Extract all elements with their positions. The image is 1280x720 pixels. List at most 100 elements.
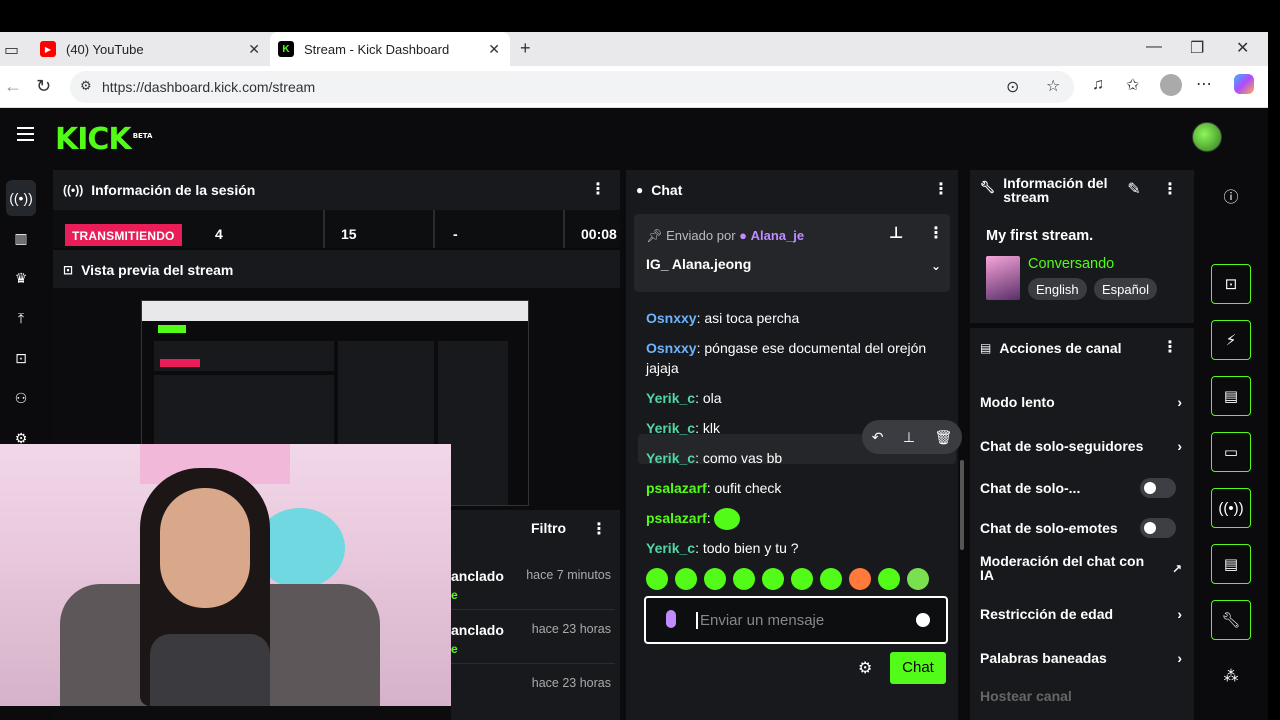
emote-bar [646, 568, 946, 592]
chat-bubble-icon: ● [636, 183, 644, 197]
stream-nav-icon[interactable]: ((•)) [6, 180, 36, 216]
emote-button[interactable] [704, 568, 726, 590]
preview-live-badge [160, 359, 200, 367]
kebab-menu-icon[interactable]: ⋮ [590, 182, 606, 198]
kebab-menu-icon[interactable]: ⋮ [933, 182, 949, 198]
kebab-menu-icon[interactable]: ⋮ [1162, 340, 1178, 356]
emote-button[interactable] [675, 568, 697, 590]
mic-icon: ● [739, 228, 748, 243]
close-tab-icon[interactable]: ✕ [488, 41, 500, 58]
webcam-person-shirt [150, 634, 270, 706]
chat-placeholder: Enviar un mensaje [696, 612, 824, 629]
chat-send-button[interactable]: Chat [890, 652, 946, 684]
minimize-icon[interactable]: — [1146, 38, 1162, 56]
emote-button[interactable] [733, 568, 755, 590]
analytics-nav-icon[interactable]: ▥ [6, 220, 36, 256]
kebab-menu-icon[interactable]: ⋮ [591, 522, 607, 538]
edit-icon[interactable]: ✎ [1126, 182, 1142, 198]
action-host-channel[interactable]: Hostear canal [980, 688, 1186, 704]
restore-icon[interactable]: ❐ [1190, 38, 1204, 58]
session-toggle-icon[interactable]: ((•)) [1211, 488, 1251, 528]
back-icon[interactable]: ← [4, 76, 22, 97]
profile-icon[interactable] [1160, 74, 1182, 96]
emote-button[interactable] [907, 568, 929, 590]
community-nav-icon[interactable]: ⚇ [6, 380, 36, 416]
add-widget-icon[interactable]: ⁂ [1211, 656, 1251, 696]
capture-nav-icon[interactable]: ⊡ [6, 340, 36, 376]
emote-button[interactable] [849, 568, 871, 590]
trophy-nav-icon[interactable]: ♛ [6, 260, 36, 296]
action-ai-moderation[interactable]: Moderación del chat con IA ↗ [980, 554, 1182, 582]
kick-icon: K [278, 41, 294, 57]
mic-icon [666, 610, 676, 628]
message-actions-toolbar: ↶ ⊥ 🗑︎ [862, 420, 962, 454]
stream-info-toggle-icon[interactable]: 🔧︎ [1211, 600, 1251, 640]
close-window-icon[interactable]: ✕ [1236, 38, 1249, 58]
action-followers-only[interactable]: Chat de solo-seguidores › [980, 438, 1186, 454]
chat-scrollbar[interactable] [960, 460, 964, 550]
tag-pill[interactable]: English [1028, 278, 1087, 300]
url-input[interactable]: ⚙ https://dashboard.kick.com/stream ⊙ ☆ [70, 71, 1074, 103]
upload-nav-icon[interactable]: ⤒ [6, 300, 36, 336]
emote-button[interactable] [791, 568, 813, 590]
user-avatar[interactable] [1192, 122, 1222, 152]
emotes-only-toggle[interactable] [1140, 518, 1176, 538]
tab-actions-icon[interactable]: ▭ [4, 40, 19, 60]
pin-icon[interactable]: ⊥ [903, 429, 915, 446]
tab-title: Stream - Kick Dashboard [304, 41, 450, 57]
tab-youtube[interactable]: ▶ (40) YouTube ✕ [32, 32, 270, 66]
close-tab-icon[interactable]: ✕ [248, 41, 260, 58]
action-age-restriction[interactable]: Restricción de edad › [980, 606, 1186, 622]
chat-message: Osnxxy: póngase ese documental del orejó… [646, 340, 927, 376]
chevron-down-icon[interactable]: ⌄ [928, 258, 944, 274]
emoji-picker-icon[interactable] [916, 613, 930, 627]
kick-logo[interactable]: KICK BETA [55, 122, 152, 157]
subs-stat: - [435, 210, 565, 248]
emote-button[interactable] [762, 568, 784, 590]
subs-only-toggle[interactable] [1140, 478, 1176, 498]
action-banned-words[interactable]: Palabras baneadas › [980, 650, 1186, 666]
favorites-icon[interactable]: ✩ [1126, 75, 1139, 95]
tab-kick-dashboard[interactable]: K Stream - Kick Dashboard ✕ [270, 32, 510, 66]
channel-actions-toggle-icon[interactable]: ▤ [1211, 544, 1251, 584]
info-icon[interactable]: ⓘ [1211, 176, 1251, 216]
quick-actions-icon[interactable]: ⚡ [1211, 320, 1251, 360]
reload-icon[interactable]: ↻ [36, 76, 51, 97]
reply-icon[interactable]: ↶ [872, 429, 884, 446]
pinned-message[interactable]: 📌︎ Enviado por ● Alana_je IG_ Alana.jeon… [634, 214, 950, 292]
emote-button[interactable] [646, 568, 668, 590]
read-aloud-icon[interactable]: ♫ [1092, 76, 1104, 94]
site-info-icon[interactable]: ⚙ [80, 78, 92, 94]
delete-icon[interactable]: 🗑︎ [934, 429, 952, 446]
kebab-menu-icon[interactable]: ⋮ [1162, 182, 1178, 198]
followers-stat: 15 [325, 210, 435, 248]
new-tab-icon[interactable]: + [520, 38, 531, 59]
kebab-menu-icon[interactable]: ⋮ [928, 226, 944, 242]
panel-header: ▤ Acciones de canal [970, 328, 1194, 368]
more-icon[interactable]: ⋯ [1196, 74, 1212, 94]
chat-toggle-icon[interactable]: ▭ [1211, 432, 1251, 472]
preview-icon: ⊡ [63, 263, 74, 277]
chat-settings-icon[interactable]: ⚙ [858, 658, 872, 678]
notes-icon[interactable]: ▤ [1211, 376, 1251, 416]
action-slow-mode[interactable]: Modo lento › [980, 394, 1186, 410]
panel-title: Acciones de canal [999, 340, 1122, 356]
preview-logo [158, 325, 186, 333]
pinned-author[interactable]: Alana_je [751, 228, 804, 243]
chevron-right-icon: › [1177, 438, 1182, 454]
menu-icon[interactable] [17, 127, 34, 141]
more-options-icon[interactable]: ⊙ [1006, 77, 1019, 97]
channel-actions-panel: ▤ Acciones de canal ⋮ Modo lento › Chat d… [970, 328, 1194, 720]
copilot-icon[interactable] [1234, 74, 1254, 94]
emote-button[interactable] [878, 568, 900, 590]
filter-label[interactable]: Filtro [531, 520, 566, 536]
tag-pill[interactable]: Español [1094, 278, 1157, 300]
event-time: hace 23 horas [531, 622, 611, 636]
preview-toggle-icon[interactable]: ⊡ [1211, 264, 1251, 304]
emote-button[interactable] [820, 568, 842, 590]
category-name[interactable]: Conversando [1028, 256, 1114, 272]
chat-message-input[interactable]: Enviar un mensaje [644, 596, 948, 644]
unpin-icon[interactable]: ⊥ [888, 226, 904, 242]
favorite-star-icon[interactable]: ☆ [1046, 76, 1060, 96]
event-time: hace 23 horas [531, 676, 611, 690]
